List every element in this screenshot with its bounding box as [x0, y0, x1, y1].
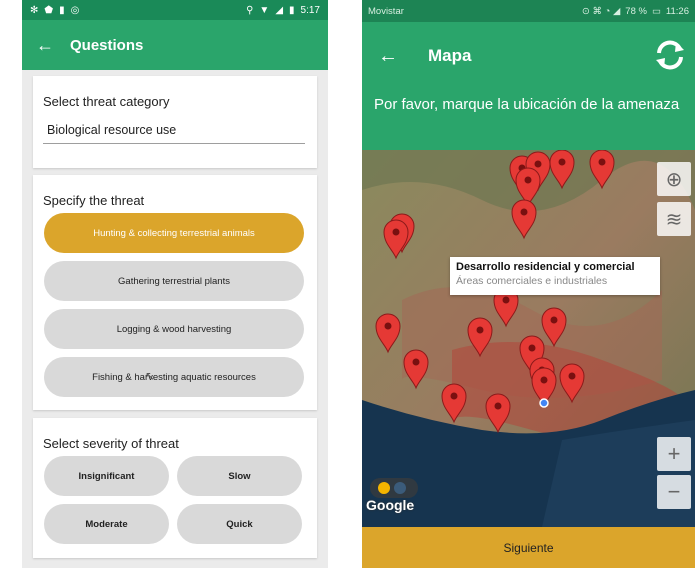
threat-option-gathering[interactable]: Gathering terrestrial plants	[44, 261, 304, 301]
sd-card-icon: ▮	[59, 4, 65, 16]
threat-category-select[interactable]: Biological resource use	[43, 123, 305, 144]
layers-button[interactable]: ≋	[657, 202, 691, 236]
markers-layer	[375, 150, 615, 434]
instruction-text: Por favor, marque la ubicación de la ame…	[362, 90, 695, 150]
map-screen: Movistar ⊙ ⌘ ◔ ◢ 78 % ▭ 11:26 ← Mapa Por…	[362, 0, 695, 568]
status-bar: Movistar ⊙ ⌘ ◔ ◢ 78 % ▭ 11:26	[362, 0, 695, 22]
map-marker[interactable]	[403, 349, 429, 390]
map-marker[interactable]	[589, 150, 615, 190]
threat-option-hunting[interactable]: Hunting & collecting terrestrial animals	[44, 213, 304, 253]
pegman-icon	[378, 482, 406, 494]
questions-screen: ✻ ⬟ ▮ ◎ ⚲ ▼ ◢ ▮ 5:17 ← Questions Select …	[22, 0, 328, 568]
threat-option-fishing[interactable]: Fishing & harvesting aquatic resources	[44, 357, 304, 397]
map-marker[interactable]	[467, 317, 493, 358]
severity-slow-button[interactable]: Slow	[177, 456, 302, 496]
threat-category-card: Select threat category Biological resour…	[33, 76, 317, 168]
severity-label: Select severity of threat	[43, 436, 179, 451]
status-time: 5:17	[300, 4, 320, 16]
cursor-icon: ↖	[145, 369, 156, 383]
zoom-out-button[interactable]: −	[657, 475, 691, 509]
map-marker[interactable]	[485, 393, 511, 434]
battery-icon: ▭	[651, 5, 661, 17]
google-logo: Google	[366, 497, 415, 513]
map-marker[interactable]	[441, 383, 467, 424]
sync-icon: ◎	[70, 4, 80, 16]
shield-icon: ⬟	[44, 4, 54, 16]
next-button[interactable]: Siguiente	[362, 527, 695, 568]
map-marker[interactable]	[549, 150, 575, 190]
status-time: 11:26	[665, 5, 689, 17]
back-arrow-icon[interactable]: ←	[36, 35, 70, 56]
status-bar: ✻ ⬟ ▮ ◎ ⚲ ▼ ◢ ▮ 5:17	[22, 0, 328, 20]
severity-card: Select severity of threat Insignificant …	[33, 418, 317, 558]
app-bar: ← Mapa	[362, 22, 695, 90]
specify-threat-card: Specify the threat Hunting & collecting …	[33, 175, 317, 410]
battery-level: 78 %	[625, 5, 647, 17]
my-location-button[interactable]: ⊕	[657, 162, 691, 196]
zoom-in-button[interactable]: +	[657, 437, 691, 471]
threat-category-label: Select threat category	[43, 94, 170, 109]
info-window-subtitle: Áreas comerciales e industriales	[456, 275, 608, 287]
location-icon: ⚲	[246, 4, 254, 16]
map-marker[interactable]	[541, 307, 567, 348]
signal-icon: ◢	[275, 4, 284, 16]
status-icons: ⊙ ⌘ ◔ ◢	[581, 5, 621, 17]
map-marker[interactable]	[559, 363, 585, 404]
battery-icon: ▮	[289, 4, 295, 16]
street-view-toggle[interactable]	[370, 478, 418, 498]
severity-insignificant-button[interactable]: Insignificant	[44, 456, 169, 496]
marker-info-window[interactable]: Desarrollo residencial y comercial Áreas…	[450, 257, 660, 295]
info-window-title: Desarrollo residencial y comercial	[456, 261, 635, 273]
map-marker[interactable]	[375, 313, 401, 354]
back-arrow-icon[interactable]: ←	[378, 45, 428, 68]
specify-threat-label: Specify the threat	[43, 193, 145, 208]
settings-icon: ✻	[30, 4, 39, 16]
satellite-map[interactable]: ⊕ ≋ Desarrollo residencial y comercial Á…	[362, 150, 695, 527]
current-location-dot	[539, 398, 549, 408]
carrier-label: Movistar	[368, 5, 404, 17]
wifi-icon: ▼	[259, 4, 270, 16]
threat-option-logging[interactable]: Logging & wood harvesting	[44, 309, 304, 349]
severity-quick-button[interactable]: Quick	[177, 504, 302, 544]
page-title: Mapa	[428, 46, 472, 65]
app-bar: ← Questions	[22, 20, 328, 70]
severity-moderate-button[interactable]: Moderate	[44, 504, 169, 544]
map-marker[interactable]	[511, 199, 537, 240]
map-marker[interactable]	[383, 219, 409, 260]
refresh-icon[interactable]	[651, 36, 689, 74]
page-title: Questions	[70, 36, 144, 54]
